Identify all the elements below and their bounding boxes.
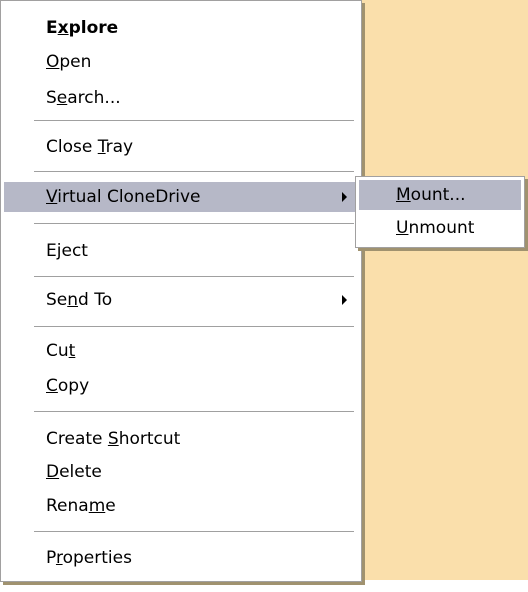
menu-item-label: Properties (46, 548, 132, 568)
menu-item-virtual-clonedrive[interactable]: Virtual CloneDrive (4, 182, 358, 212)
menu-separator (34, 171, 354, 172)
submenu-item-unmount[interactable]: Unmount (359, 213, 521, 243)
menu-item-cut[interactable]: Cut (4, 336, 358, 366)
menu-item-label: Mount... (396, 185, 466, 205)
menu-item-search[interactable]: Search... (4, 83, 358, 113)
submenu-arrow-icon (342, 192, 347, 202)
menu-item-label: Delete (46, 462, 102, 482)
menu-item-delete[interactable]: Delete (4, 457, 358, 487)
menu-item-properties[interactable]: Properties (4, 543, 358, 573)
menu-item-label: Eject (46, 241, 88, 261)
menu-separator (34, 326, 354, 327)
menu-item-create-shortcut[interactable]: Create Shortcut (4, 424, 358, 454)
menu-item-label: Rename (46, 496, 116, 516)
menu-item-open[interactable]: Open (4, 47, 358, 77)
menu-item-label: Explore (46, 18, 119, 38)
menu-separator (34, 276, 354, 277)
menu-separator (34, 411, 354, 412)
virtual-clonedrive-submenu: Mount... Unmount (355, 176, 525, 248)
menu-item-label: Cut (46, 341, 76, 361)
submenu-item-mount[interactable]: Mount... (359, 180, 521, 210)
menu-item-label: Search... (46, 88, 121, 108)
menu-item-label: Close Tray (46, 137, 134, 157)
menu-item-copy[interactable]: Copy (4, 371, 358, 401)
menu-separator (34, 120, 354, 121)
context-menu: Explore Open Search... Close Tray Virtua… (0, 0, 362, 582)
menu-item-explore[interactable]: Explore (4, 13, 358, 43)
menu-item-label: Open (46, 52, 92, 72)
menu-item-eject[interactable]: Eject (4, 236, 358, 266)
menu-separator (34, 223, 354, 224)
menu-item-label: Unmount (396, 218, 475, 238)
menu-item-rename[interactable]: Rename (4, 491, 358, 521)
menu-item-send-to[interactable]: Send To (4, 285, 358, 315)
menu-item-label: Send To (46, 290, 113, 310)
menu-item-label: Virtual CloneDrive (46, 187, 201, 207)
desktop-background (360, 0, 528, 580)
menu-separator (34, 531, 354, 532)
menu-item-label: Create Shortcut (46, 429, 181, 449)
submenu-arrow-icon (342, 295, 347, 305)
menu-item-close-tray[interactable]: Close Tray (4, 132, 358, 162)
menu-item-label: Copy (46, 376, 90, 396)
